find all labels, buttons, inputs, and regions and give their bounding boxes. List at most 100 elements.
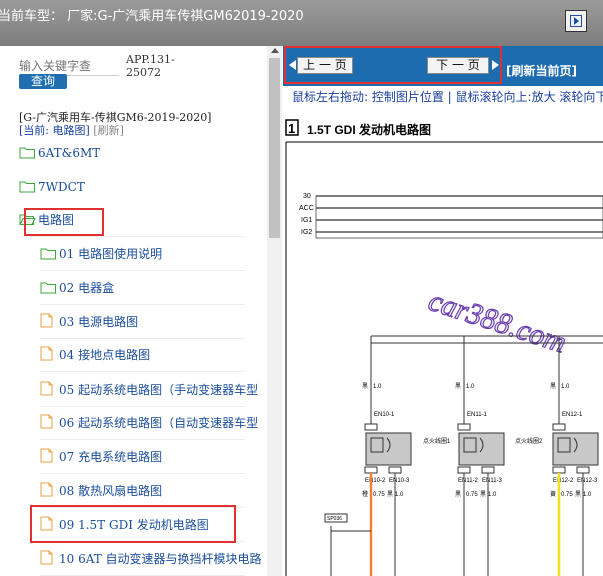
tree-document-item[interactable]: 06 起动系统电路图（自动变速器车型: [40, 412, 258, 434]
pin-label: EN12-2: [553, 478, 574, 484]
wire-size-label: 0.75: [373, 492, 385, 498]
highlight-box: [284, 46, 502, 84]
tree-separator: [40, 473, 245, 474]
wire-color-label: 黑: [455, 491, 461, 498]
scroll-up-icon[interactable]: [271, 48, 279, 53]
pin-label: EN10-2: [365, 478, 386, 484]
folder-icon: [40, 279, 57, 294]
sidebar-scrollbar[interactable]: [267, 46, 282, 576]
connector-label: EN11-1: [467, 412, 488, 418]
wire-size-label: 1.0: [488, 492, 497, 498]
scrollbar-thumb[interactable]: [269, 58, 280, 238]
wire-size-label: 1.0: [373, 384, 382, 390]
tree-separator: [40, 304, 245, 305]
query-button[interactable]: 查询: [19, 74, 67, 89]
tree-separator: [40, 439, 245, 440]
tree-document-item[interactable]: 08 散热风扇电路图: [40, 480, 162, 502]
wire-color-label: 黑: [455, 383, 461, 390]
bus-label: 30: [303, 193, 311, 200]
pin-label: EN11-2: [458, 478, 479, 484]
app-code: APP.131- 25072: [126, 53, 175, 79]
wire-color-label: 黄: [550, 490, 556, 498]
tree-item-label: 6AT&6MT: [38, 146, 101, 160]
watermark-text: car388.com: [425, 284, 571, 359]
document-icon: [40, 448, 57, 463]
tree-item-label: 01 电路图使用说明: [59, 247, 163, 261]
coil-label: 点火线圈1: [423, 437, 451, 445]
tree-separator: [19, 236, 245, 237]
tree-document-item[interactable]: 03 电源电路图: [40, 311, 138, 333]
bus-label: IG2: [301, 229, 312, 236]
tree-separator: [40, 406, 245, 407]
tree-document-item[interactable]: 07 充电系统电路图: [40, 446, 162, 468]
tree-item-label: 04 接地点电路图: [59, 348, 151, 362]
current-category: [当前: 电路图]: [19, 124, 90, 137]
output-wires: SP036: [324, 473, 584, 576]
tree-document-item[interactable]: 10 6AT 自动变速器与换挡杆模块电路: [40, 548, 262, 570]
highlight-box: [30, 505, 236, 543]
exit-button[interactable]: [565, 10, 587, 32]
wire-color-label: 黑: [362, 383, 368, 390]
wire-color-label: 橙: [362, 490, 368, 498]
tree-separator: [40, 371, 245, 372]
pin-label: EN11-3: [482, 478, 503, 484]
refresh-link[interactable]: [刷新]: [93, 124, 124, 137]
document-icon: [40, 313, 57, 328]
wire-size-label: 1.0: [466, 384, 475, 390]
splice-label: SP036: [327, 516, 342, 522]
tree-item-label: 10 6AT 自动变速器与换挡杆模块电路: [59, 552, 262, 566]
document-icon: [40, 381, 57, 396]
tree-document-item[interactable]: 05 起动系统电路图（手动变速器车型: [40, 379, 258, 401]
connector-label: EN10-1: [374, 412, 395, 418]
wire-size-label: 1.0: [561, 384, 570, 390]
diagram-title: 1.5T GDI 发动机电路图: [307, 122, 431, 137]
wire-size-label: 0.75: [561, 492, 573, 498]
wire-size-label: 1.0: [395, 492, 404, 498]
app-code-line: APP.131-: [126, 53, 175, 66]
highlight-box: [24, 208, 104, 236]
document-icon: [40, 346, 57, 361]
bus-label: ACC: [299, 205, 314, 212]
tree-folder-item[interactable]: 7WDCT: [19, 176, 85, 198]
tree-item-label: 07 充电系统电路图: [59, 450, 163, 464]
app-code-line: 25072: [126, 66, 161, 79]
tree-item-label: 05 起动系统电路图（手动变速器车型: [59, 383, 259, 397]
ignition-coils: 黑 1.0 黑 1.0 黑 1.0 EN10-1 EN11-1 EN12-1 点…: [362, 383, 599, 498]
tree-folder-item[interactable]: 02 电器盒: [40, 277, 114, 299]
refresh-page-button[interactable]: [刷新当前页]: [506, 62, 577, 79]
tree-item-label: 7WDCT: [38, 180, 85, 194]
power-bus: 30 ACC IG1 IG2: [299, 193, 603, 239]
folder-icon: [19, 178, 36, 193]
current-vehicle-title: 当前车型： 厂家:G-广汽乘用车传祺GM62019-2020: [0, 9, 304, 24]
coil-label: 点火线圈2: [515, 437, 543, 445]
diagram-viewer: 上 一 页 下 一 页 [刷新当前页] 鼠标左右拖动: 控制图片位置 | 鼠标滚…: [283, 46, 603, 576]
wire-color-label: 黑: [575, 491, 581, 498]
wire-color-label: 黑: [550, 383, 556, 390]
tree-item-label: 02 电器盒: [59, 281, 115, 295]
tree-folder-item[interactable]: 6AT&6MT: [19, 142, 100, 164]
page-number: 1: [288, 121, 295, 136]
tree-item-label: 08 散热风扇电路图: [59, 484, 163, 498]
wire-size-label: 1.0: [583, 492, 592, 498]
viewer-hint: 鼠标左右拖动: 控制图片位置 | 鼠标滚轮向上:放大 滚轮向下: [292, 90, 603, 104]
wire-size-label: 0.75: [466, 492, 478, 498]
tree-item-label: 06 起动系统电路图（自动变速器车型: [59, 416, 259, 430]
wire-color-label: 黑: [480, 491, 486, 498]
document-icon: [40, 414, 57, 429]
wire-color-label: 黑: [387, 491, 393, 498]
tree-separator: [40, 338, 245, 339]
bus-label: IG1: [301, 217, 312, 224]
tree-folder-item[interactable]: 01 电路图使用说明: [40, 243, 162, 265]
current-location: [当前: 电路图] [刷新]: [19, 122, 124, 138]
title-bar: 当前车型： 厂家:G-广汽乘用车传祺GM62019-2020: [0, 0, 603, 46]
folder-icon: [19, 144, 36, 159]
tree-document-item[interactable]: 04 接地点电路图: [40, 344, 150, 366]
tree-separator: [40, 270, 245, 271]
pin-label: EN12-3: [577, 478, 598, 484]
folder-icon: [40, 245, 57, 260]
sidebar: APP.131- 25072 查询 [G-广汽乘用车-传祺GM6-2019-20…: [0, 46, 267, 576]
connector-label: EN12-1: [562, 412, 583, 418]
circuit-diagram[interactable]: 1 1.5T GDI 发动机电路图 30 ACC IG1 IG2 car388.…: [283, 106, 603, 576]
pin-label: EN10-3: [389, 478, 410, 484]
document-icon: [40, 550, 57, 565]
